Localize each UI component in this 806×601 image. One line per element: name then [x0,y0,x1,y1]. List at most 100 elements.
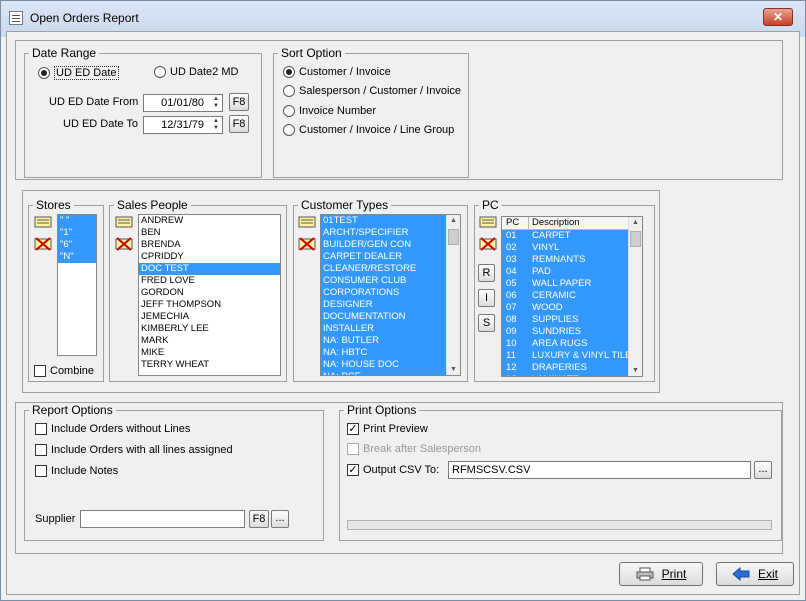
pc-col-header[interactable]: PC [506,217,519,229]
clear-customer-types-icon[interactable] [298,236,316,252]
list-item[interactable]: MARK [139,335,280,347]
sort-salesperson-radio[interactable]: Salesperson / Customer / Invoice [283,85,461,97]
table-row[interactable]: 09 SUNDRIES [502,326,629,338]
stores-list[interactable]: " " "1" "6" "N" [57,214,97,356]
pc-list[interactable]: PC Description 01 CARPET 02 VINYL 03 REMNANTS… [501,216,643,377]
clear-pc-icon[interactable] [479,236,497,252]
list-item[interactable]: FRED LOVE [139,275,280,287]
customer-types-list[interactable]: 01TEST ARCHT/SPECIFIER BUILDER/GEN CON CARP… [320,214,461,376]
list-item[interactable]: INSTALLER [321,323,446,335]
list-item[interactable]: CPRIDDY [139,251,280,263]
include-orders-without-lines-checkbox[interactable]: Include Orders without Lines [35,423,190,435]
list-item[interactable]: GORDON [139,287,280,299]
list-item[interactable]: JEMECHIA [139,311,280,323]
list-item[interactable]: NA: HOUSE DOC [321,359,446,371]
list-item[interactable]: NA: HBTC [321,347,446,359]
checkbox-icon [347,443,359,455]
include-orders-all-lines-checkbox[interactable]: Include Orders with all lines assigned [35,444,233,456]
list-item[interactable]: CORPORATIONS [321,287,446,299]
list-item[interactable]: NA: BUTLER [321,335,446,347]
date-from-f8-button[interactable]: F8 [229,93,249,111]
list-item[interactable]: ANDREW [139,215,280,227]
ud-ed-date-radio[interactable]: UD ED Date [38,66,119,80]
date-from-spinner[interactable]: ▲ ▼ [211,96,221,110]
description-col-header[interactable]: Description [532,217,580,229]
scroll-up-icon[interactable]: ▲ [450,217,457,224]
exit-button[interactable]: Exit [716,562,794,586]
table-row[interactable]: 11 LUXURY & VINYL TILE [502,350,631,362]
clear-stores-icon[interactable] [34,236,52,252]
scroll-up-icon[interactable]: ▲ [632,219,639,226]
print-preview-checkbox[interactable]: ✓ Print Preview [347,423,428,435]
list-item[interactable]: DESIGNER [321,299,446,311]
scroll-down-icon[interactable]: ▼ [632,367,639,374]
table-row[interactable]: 03 REMNANTS [502,254,629,266]
list-item[interactable]: "N" [58,251,96,263]
pc-s-button[interactable]: S [478,314,495,332]
sort-line-group-radio[interactable]: Customer / Invoice / Line Group [283,124,454,136]
sort-customer-invoice-radio[interactable]: Customer / Invoice [283,66,391,78]
supplier-f8-button[interactable]: F8 [249,510,269,528]
table-row[interactable]: 10 AREA RUGS [502,338,629,350]
date-to-f8-button[interactable]: F8 [229,115,249,133]
table-row[interactable]: 05 WALL PAPER [502,278,629,290]
exit-arrow-icon [732,567,750,581]
date-to-field[interactable]: 12/31/79 ▲ ▼ [143,116,223,134]
ud-date2-md-radio[interactable]: UD Date2 MD [154,66,238,78]
select-all-customer-types-icon[interactable] [298,214,316,230]
supplier-input[interactable] [80,510,245,528]
list-item[interactable]: DOC TEST [139,263,280,275]
scroll-thumb[interactable] [448,229,459,245]
select-all-stores-icon[interactable] [34,214,52,230]
table-row[interactable]: 02 VINYL [502,242,629,254]
list-item[interactable]: JEFF THOMPSON [139,299,280,311]
table-row[interactable]: 12 DRAPERIES [502,362,629,374]
pc-i-button[interactable]: I [478,289,495,307]
date-from-field[interactable]: 01/01/80 ▲ ▼ [143,94,223,112]
list-item[interactable]: CLEANER/RESTORE [321,263,446,275]
list-item[interactable]: BEN [139,227,280,239]
csv-path-input[interactable]: RFMSCSV.CSV [448,461,751,479]
list-item[interactable]: "6" [58,239,96,251]
sort-invoice-number-radio[interactable]: Invoice Number [283,105,376,117]
clear-sales-people-icon[interactable] [115,236,133,252]
list-item[interactable]: TERRY WHEAT [139,359,280,371]
select-all-pc-icon[interactable] [479,214,497,230]
list-item[interactable]: ARCHT/SPECIFIER [321,227,446,239]
list-item[interactable]: BUILDER/GEN CON [321,239,446,251]
table-row[interactable]: 01 CARPET [502,230,629,242]
pc-code: 03 [506,254,517,265]
customer-types-scrollbar[interactable]: ▲ ▼ [446,215,460,375]
table-row[interactable]: 08 SUPPLIES [502,314,629,326]
combine-checkbox[interactable]: Combine [34,365,94,377]
date-to-spinner[interactable]: ▲ ▼ [211,118,221,132]
csv-browse-button[interactable]: ... [754,461,772,479]
scroll-thumb[interactable] [630,231,641,247]
list-item[interactable]: MIKE [139,347,280,359]
table-row[interactable]: 07 WOOD [502,302,629,314]
list-item[interactable]: " " [58,215,96,227]
list-item[interactable]: 01TEST [321,215,446,227]
break-after-salesperson-checkbox[interactable]: Break after Salesperson [347,443,481,455]
print-button[interactable]: Print [619,562,703,586]
list-item[interactable]: "1" [58,227,96,239]
progress-bar [347,520,772,530]
scroll-down-icon[interactable]: ▼ [450,366,457,373]
supplier-browse-button[interactable]: ... [271,510,289,528]
list-item[interactable]: BRENDA [139,239,280,251]
list-item[interactable]: KIMBERLY LEE [139,323,280,335]
close-button[interactable]: ✕ [763,8,793,26]
list-item[interactable]: DOCUMENTATION [321,311,446,323]
select-all-sales-people-icon[interactable] [115,214,133,230]
list-item[interactable]: CONSUMER CLUB [321,275,446,287]
list-item[interactable]: NA: PCE [321,371,446,375]
pc-scrollbar[interactable]: ▲ ▼ [628,217,642,376]
table-row[interactable]: 13 LAMINATE [502,374,629,376]
pc-r-button[interactable]: R [478,264,495,282]
table-row[interactable]: 04 PAD [502,266,629,278]
output-csv-checkbox[interactable]: ✓ Output CSV To: [347,464,439,476]
table-row[interactable]: 06 CERAMIC [502,290,629,302]
include-notes-checkbox[interactable]: Include Notes [35,465,118,477]
list-item[interactable]: CARPET DEALER [321,251,446,263]
sales-people-list[interactable]: ANDREW BEN BRENDA CPRIDDY DOC TEST FRED LOVE G… [138,214,281,376]
